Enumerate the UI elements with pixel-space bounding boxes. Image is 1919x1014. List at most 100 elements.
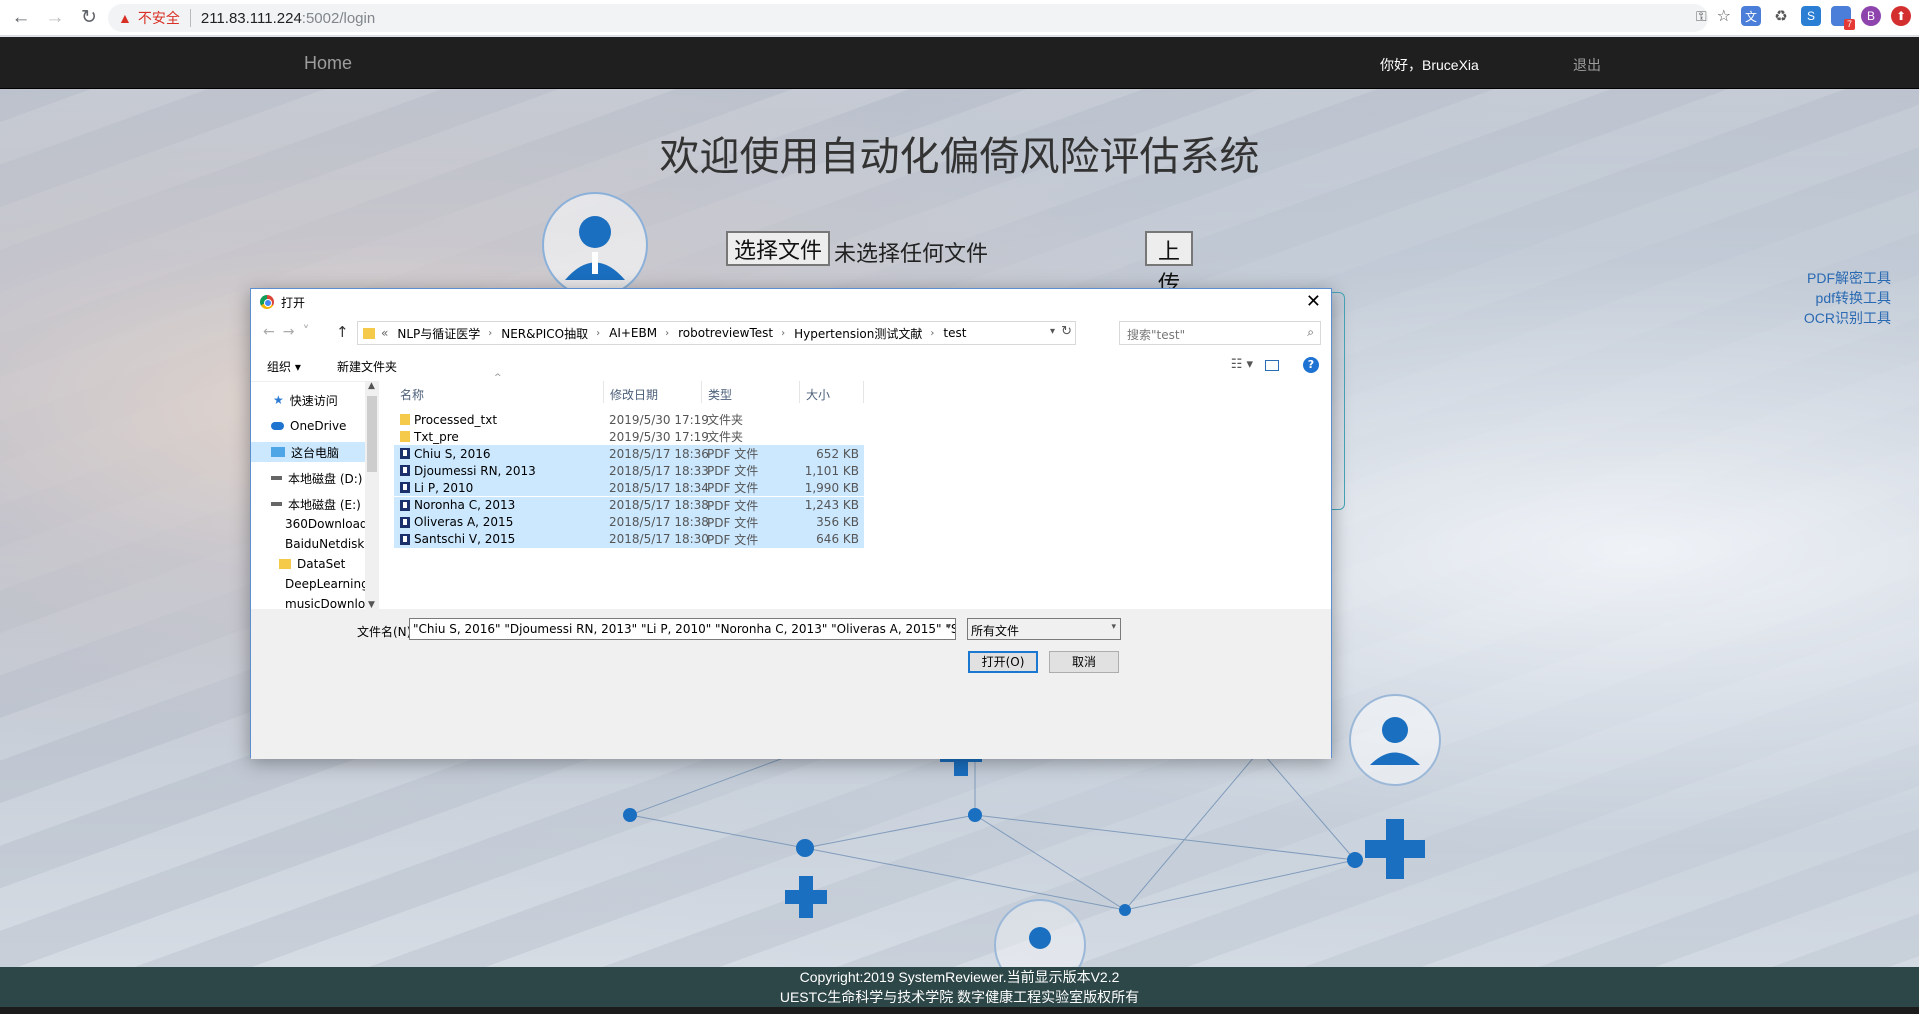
file-date: 2018/5/17 18:36 bbox=[609, 446, 709, 461]
scroll-thumb[interactable] bbox=[367, 396, 377, 472]
nav-item-folder[interactable]: 360Downloads bbox=[251, 514, 374, 534]
chevron-down-icon[interactable]: ▾ bbox=[1050, 326, 1055, 337]
breadcrumb-item[interactable]: NLP与循证医学 bbox=[397, 325, 480, 342]
file-type-select[interactable]: 所有文件 ▾ bbox=[967, 618, 1121, 640]
address-bar[interactable]: ▲ 不安全 211.83.111.224:5002/login bbox=[108, 4, 1708, 32]
folder-search-input[interactable]: 搜索"test" ⌕ bbox=[1119, 321, 1321, 345]
cancel-button[interactable]: 取消 bbox=[1049, 651, 1119, 673]
grid-extension-icon[interactable]: 7 bbox=[1831, 6, 1855, 30]
open-button[interactable]: 打开(O) bbox=[968, 651, 1038, 673]
file-date: 2018/5/17 18:38 bbox=[609, 515, 709, 530]
star-icon[interactable]: ☆ bbox=[1717, 6, 1731, 26]
chevron-right-icon[interactable]: › bbox=[930, 328, 934, 339]
overflow-crumb[interactable]: « bbox=[381, 326, 388, 340]
file-date: 2018/5/17 18:33 bbox=[609, 463, 709, 478]
nav-item-this-pc[interactable]: 这台电脑 bbox=[251, 442, 365, 462]
preview-pane-icon[interactable] bbox=[1265, 360, 1279, 371]
path-breadcrumb[interactable]: « NLP与循证医学 › NER&PICO抽取 › AI+EBM › robotrev… bbox=[357, 321, 1076, 345]
chevron-right-icon[interactable]: › bbox=[488, 328, 492, 339]
chevron-right-icon[interactable]: › bbox=[596, 328, 600, 339]
dialog-toolbar: 组织 ▾ 新建文件夹 ☷ ▾ ? bbox=[251, 351, 1331, 379]
view-options-icon[interactable]: ☷ ▾ bbox=[1231, 357, 1253, 372]
file-name: Noronha C, 2013 bbox=[414, 498, 516, 512]
file-row[interactable]: Chiu S, 2016 2018/5/17 18:36 PDF 文件 652 KB bbox=[394, 445, 864, 463]
file-date: 2019/5/30 17:19 bbox=[609, 429, 709, 444]
translate-icon[interactable]: 文 bbox=[1741, 6, 1761, 26]
nav-item-drive-d[interactable]: 本地磁盘 (D:) bbox=[251, 468, 365, 488]
file-row[interactable]: Txt_pre 2019/5/30 17:19 文件夹 bbox=[394, 428, 864, 445]
column-header-type[interactable]: 类型 bbox=[702, 381, 800, 403]
nav-item-drive-e[interactable]: 本地磁盘 (E:) bbox=[251, 494, 365, 514]
file-row[interactable]: Oliveras A, 2015 2018/5/17 18:38 PDF 文件 356… bbox=[394, 513, 864, 531]
file-type: PDF 文件 bbox=[707, 464, 759, 479]
breadcrumb-item[interactable]: Hypertension测试文献 bbox=[794, 325, 922, 342]
organize-menu[interactable]: 组织 ▾ bbox=[267, 358, 301, 375]
new-folder-button[interactable]: 新建文件夹 bbox=[337, 358, 397, 375]
logout-link[interactable]: 退出 bbox=[1573, 55, 1601, 75]
filename-input[interactable]: "Chiu S, 2016" "Djoumessi RN, 2013" "Li … bbox=[409, 618, 956, 640]
file-type: PDF 文件 bbox=[707, 447, 759, 462]
column-header-name[interactable]: 名称 bbox=[394, 381, 604, 403]
s-extension-icon[interactable]: S bbox=[1801, 6, 1821, 26]
file-type: PDF 文件 bbox=[707, 515, 759, 530]
file-date: 2019/5/30 17:19 bbox=[609, 412, 709, 427]
close-icon[interactable]: ✕ bbox=[1306, 291, 1321, 312]
recycle-icon[interactable]: ♻ bbox=[1771, 6, 1791, 26]
pdf-file-icon bbox=[400, 533, 410, 545]
up-arrow-icon[interactable]: ↑ bbox=[336, 323, 349, 341]
file-name: Oliveras A, 2015 bbox=[414, 515, 514, 530]
chevron-down-icon[interactable]: ▾ bbox=[946, 622, 951, 632]
ocr-tool-link[interactable]: OCR识别工具 bbox=[1804, 308, 1891, 328]
folder-icon bbox=[279, 559, 291, 569]
key-icon[interactable]: ⚿ bbox=[1696, 8, 1707, 25]
nav-item-label: 本地磁盘 (E:) bbox=[288, 497, 361, 512]
breadcrumb-item[interactable]: robotreviewTest bbox=[678, 326, 773, 340]
nav-item-onedrive[interactable]: OneDrive bbox=[251, 416, 365, 436]
nav-home-link[interactable]: Home bbox=[304, 53, 352, 74]
nav-scrollbar[interactable]: ▲ ▼ bbox=[365, 381, 379, 610]
file-row[interactable]: Noronha C, 2013 2018/5/17 18:38 PDF 文件 1,24… bbox=[394, 496, 864, 514]
security-label[interactable]: 不安全 bbox=[138, 8, 180, 28]
chevron-right-icon[interactable]: › bbox=[665, 328, 669, 339]
search-placeholder: 搜索"test" bbox=[1127, 328, 1186, 342]
file-name: Li P, 2010 bbox=[414, 480, 474, 495]
breadcrumb-item[interactable]: NER&PICO抽取 bbox=[501, 325, 588, 342]
nav-item-label: 360Downloads bbox=[285, 517, 374, 531]
file-row[interactable]: Li P, 2010 2018/5/17 18:34 PDF 文件 1,990 KB bbox=[394, 479, 864, 497]
chevron-right-icon[interactable]: › bbox=[781, 328, 785, 339]
pdf-convert-link[interactable]: pdf转换工具 bbox=[1804, 288, 1891, 308]
file-row[interactable]: Processed_txt 2019/5/30 17:19 文件夹 bbox=[394, 411, 864, 428]
drive-icon bbox=[271, 502, 282, 506]
nav-item-folder[interactable]: DataSet bbox=[251, 554, 365, 574]
breadcrumb-item[interactable]: test bbox=[943, 326, 966, 340]
reload-icon[interactable]: ↻ bbox=[76, 5, 102, 31]
choose-file-button[interactable]: 选择文件 bbox=[726, 231, 831, 266]
address-row: ←→˅ ↑ « NLP与循证医学 › NER&PICO抽取 › AI+EBM › ro… bbox=[251, 319, 1331, 347]
nav-item-folder[interactable]: DeepLearning bbox=[251, 574, 369, 594]
file-row[interactable]: Djoumessi RN, 2013 2018/5/17 18:33 PDF 文件 1… bbox=[394, 462, 864, 480]
no-file-text: 未选择任何文件 bbox=[834, 242, 989, 267]
update-icon[interactable]: ⬆ bbox=[1891, 6, 1911, 26]
forward-icon[interactable]: → bbox=[42, 5, 68, 31]
refresh-icon[interactable]: ↻ bbox=[1061, 324, 1072, 339]
back-icon[interactable]: ← bbox=[8, 5, 34, 31]
dialog-footer: 文件名(N): "Chiu S, 2016" "Djoumessi RN, 20… bbox=[251, 609, 1331, 759]
nav-item-quick-access[interactable]: ★ 快速访问 bbox=[251, 390, 365, 410]
breadcrumb-item[interactable]: AI+EBM bbox=[609, 326, 657, 340]
upload-button[interactable]: 上传 bbox=[1145, 231, 1193, 297]
column-header-size[interactable]: 大小 bbox=[800, 381, 864, 403]
dialog-title: 打开 bbox=[281, 296, 306, 310]
chevron-down-icon[interactable]: ▾ bbox=[1111, 622, 1116, 632]
pdf-file-icon bbox=[400, 516, 410, 528]
nav-item-folder[interactable]: BaiduNetdiskD bbox=[251, 534, 374, 554]
dialog-titlebar: 打开 ✕ bbox=[251, 289, 1331, 315]
column-header-date[interactable]: 修改日期 bbox=[604, 381, 702, 403]
pdf-decrypt-link[interactable]: PDF解密工具 bbox=[1804, 268, 1891, 288]
scroll-up-icon[interactable]: ▲ bbox=[368, 381, 375, 391]
help-icon[interactable]: ? bbox=[1303, 357, 1319, 373]
nav-item-label: 本地磁盘 (D:) bbox=[288, 471, 363, 486]
history-arrows-icon[interactable]: ←→˅ bbox=[263, 324, 317, 340]
profile-avatar[interactable]: B bbox=[1861, 6, 1881, 26]
file-row[interactable]: Santschi V, 2015 2018/5/17 18:30 PDF 文件 646… bbox=[394, 530, 864, 548]
file-size: 646 KB bbox=[816, 532, 859, 547]
